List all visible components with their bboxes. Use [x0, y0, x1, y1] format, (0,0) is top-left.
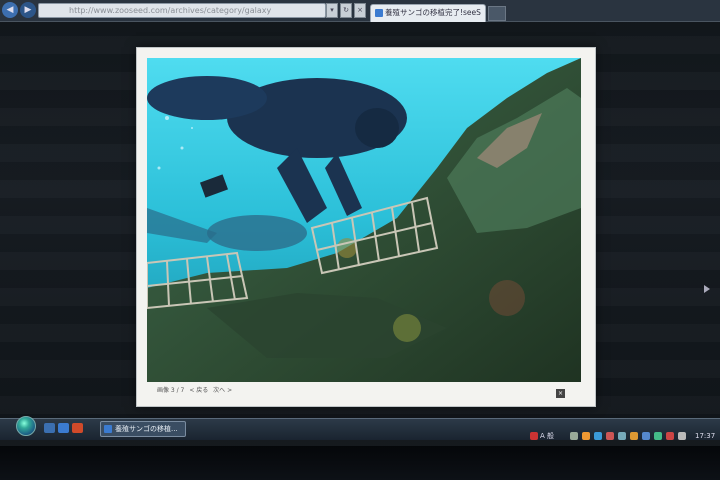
browser-toolbar: ◀ ▶ http://www.zooseed.com/archives/cate…	[0, 0, 720, 22]
tray-icon-6[interactable]	[630, 432, 638, 440]
volume-icon[interactable]	[678, 432, 686, 440]
ie-browser-icon[interactable]	[58, 423, 69, 433]
window-favicon-icon	[104, 425, 112, 433]
network-icon[interactable]	[642, 432, 650, 440]
back-arrow-icon[interactable]: ◀	[2, 2, 18, 18]
tray-icon-1[interactable]	[570, 432, 578, 440]
next-link[interactable]: 次へ >	[213, 387, 232, 394]
page-favicon-icon	[375, 9, 383, 17]
stop-button[interactable]: ×	[354, 3, 366, 18]
tray-icon-3[interactable]	[594, 432, 602, 440]
photo-lightbox: 画像 3 / 7 < 戻る 次へ > ×	[136, 47, 596, 407]
input-language[interactable]: A 般	[540, 431, 554, 441]
tray-icon-7[interactable]	[654, 432, 662, 440]
close-button[interactable]: ×	[556, 389, 565, 398]
tray-icon-4[interactable]	[606, 432, 614, 440]
taskbar-clock[interactable]: 17:37	[695, 432, 715, 440]
lightbox-caption: 画像 3 / 7 < 戻る 次へ >	[157, 385, 235, 394]
taskbar-window-button[interactable]: 養殖サンゴの移植...	[100, 421, 186, 437]
tray-icon-8[interactable]	[666, 432, 674, 440]
underwater-photo[interactable]	[147, 58, 581, 382]
forward-arrow-icon[interactable]: ▶	[20, 2, 36, 18]
monitor-bezel	[0, 446, 720, 480]
show-desktop-icon[interactable]	[44, 423, 55, 433]
media-player-icon[interactable]	[72, 423, 83, 433]
prev-link[interactable]: < 戻る	[189, 387, 208, 394]
new-tab-button[interactable]	[488, 6, 506, 21]
browser-tab[interactable]: 養殖サンゴの移植完了!seeS	[370, 4, 486, 22]
cursor-arrow-icon	[704, 285, 710, 293]
ime-icon[interactable]	[530, 432, 538, 440]
tray-icon-2[interactable]	[582, 432, 590, 440]
taskbar-window-title: 養殖サンゴの移植...	[115, 425, 178, 433]
windows-start-icon[interactable]	[16, 416, 36, 436]
dropdown-button[interactable]: ▾	[326, 3, 338, 18]
tray-icon-5[interactable]	[618, 432, 626, 440]
refresh-button[interactable]: ↻	[340, 3, 352, 18]
system-tray: A 般 17:37	[530, 430, 720, 444]
tab-title: 養殖サンゴの移植完了!seeS	[385, 8, 481, 17]
address-bar[interactable]: http://www.zooseed.com/archives/category…	[38, 3, 326, 18]
monitor-screen: ◀ ▶ http://www.zooseed.com/archives/cate…	[0, 0, 720, 480]
image-counter: 画像 3 / 7	[157, 387, 185, 394]
